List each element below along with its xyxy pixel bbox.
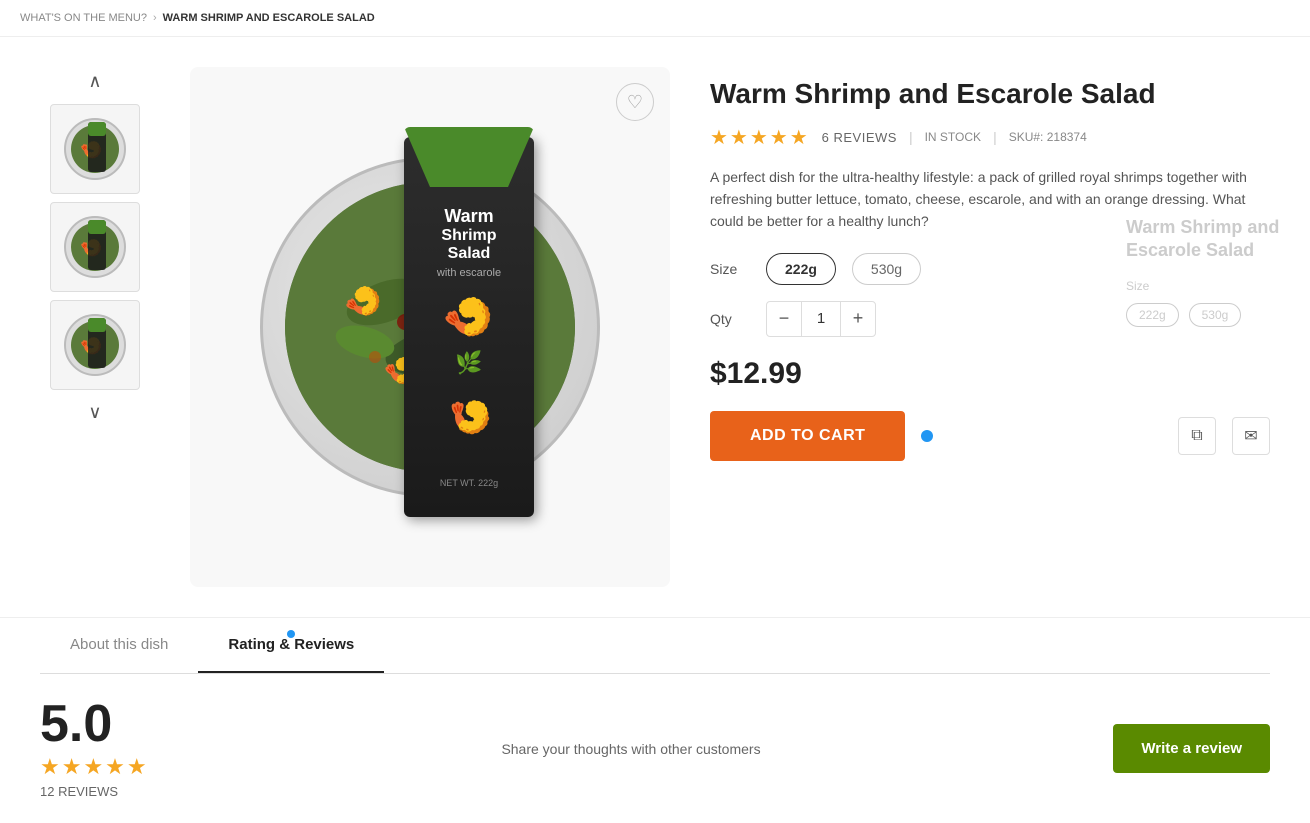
- sidebar-title: Warm Shrimp and Escarole Salad: [1126, 216, 1294, 263]
- sku: SKU#: 218374: [1009, 130, 1087, 144]
- tab-about-label: About this dish: [70, 636, 168, 653]
- sidebar-sizes: 222g 530g: [1126, 303, 1294, 327]
- tab-rating-label: Rating & Reviews: [228, 636, 354, 653]
- cart-indicator-dot: [921, 430, 933, 442]
- share-email-button[interactable]: ✉: [1232, 417, 1270, 455]
- size-label: Size: [710, 261, 750, 277]
- tab-rating[interactable]: Rating & Reviews: [198, 618, 384, 673]
- qty-label: Qty: [710, 311, 750, 327]
- tabs-section: About this dish Rating & Reviews: [0, 617, 1310, 674]
- product-title: Warm Shrimp and Escarole Salad: [710, 77, 1270, 111]
- thumb-down-button[interactable]: ∨: [84, 398, 105, 427]
- stock-status: IN STOCK: [925, 130, 981, 144]
- size-222g-button[interactable]: 222g: [766, 253, 836, 285]
- product-price: $12.99: [710, 357, 1270, 391]
- star-rating: ★★★★★: [710, 125, 810, 150]
- rating-row: ★★★★★ 6 REVIEWS | IN STOCK | SKU#: 21837…: [710, 125, 1270, 150]
- qty-decrease-button[interactable]: −: [767, 302, 801, 336]
- sidebar-size-222g: 222g: [1126, 303, 1179, 327]
- tab-rating-dot: [287, 630, 295, 638]
- reviews-count[interactable]: 6 REVIEWS: [822, 130, 897, 145]
- qty-increase-button[interactable]: +: [841, 302, 875, 336]
- breadcrumb-parent[interactable]: WHAT'S ON THE MENU?: [20, 12, 147, 24]
- cart-row: Add To Cart ⧉ ✉: [710, 411, 1270, 461]
- reviews-total-count: 12 REVIEWS: [40, 784, 149, 799]
- overall-rating: 5.0 ★★★★★ 12 REVIEWS: [40, 698, 149, 799]
- thumbnail-3[interactable]: 🍤: [50, 300, 140, 390]
- tabs-bar: About this dish Rating & Reviews: [40, 618, 1270, 673]
- thumbnail-1[interactable]: 🍤: [50, 104, 140, 194]
- quantity-control: − 1 +: [766, 301, 876, 337]
- breadcrumb-separator: ›: [153, 12, 157, 24]
- thumb-up-button[interactable]: ∧: [84, 67, 105, 96]
- sidebar-size-label: Size: [1126, 279, 1294, 293]
- rating-number: 5.0: [40, 698, 149, 750]
- copy-button[interactable]: ⧉: [1178, 417, 1216, 455]
- right-sidebar: Warm Shrimp and Escarole Salad Size 222g…: [1110, 200, 1310, 343]
- qty-value: 1: [801, 302, 841, 336]
- rating-stars: ★★★★★: [40, 754, 149, 780]
- share-prompt: Share your thoughts with other customers: [189, 741, 1074, 757]
- product-package: Warm Shrimp Salad with escarole 🍤 🌿 🍤 NE…: [404, 137, 534, 517]
- thumbnail-2[interactable]: 🍤: [50, 202, 140, 292]
- reviews-section: 5.0 ★★★★★ 12 REVIEWS Share your thoughts…: [0, 674, 1310, 823]
- breadcrumb: WHAT'S ON THE MENU? › WARM SHRIMP AND ES…: [0, 0, 1310, 37]
- main-image: ♡ 🍤 🍤 🍤: [190, 67, 670, 587]
- sidebar-size-530g: 530g: [1189, 303, 1242, 327]
- thumbnail-column: ∧ 🍤 🍤 🍤: [40, 67, 150, 587]
- tab-about[interactable]: About this dish: [40, 618, 198, 673]
- write-review-button[interactable]: Write a review: [1113, 724, 1270, 773]
- size-530g-button[interactable]: 530g: [852, 253, 921, 285]
- product-image: 🍤 🍤 🍤 Warm Shrimp Salad with escarole �: [230, 107, 630, 547]
- add-to-cart-button[interactable]: Add To Cart: [710, 411, 905, 461]
- breadcrumb-current: WARM SHRIMP AND ESCAROLE SALAD: [163, 12, 375, 24]
